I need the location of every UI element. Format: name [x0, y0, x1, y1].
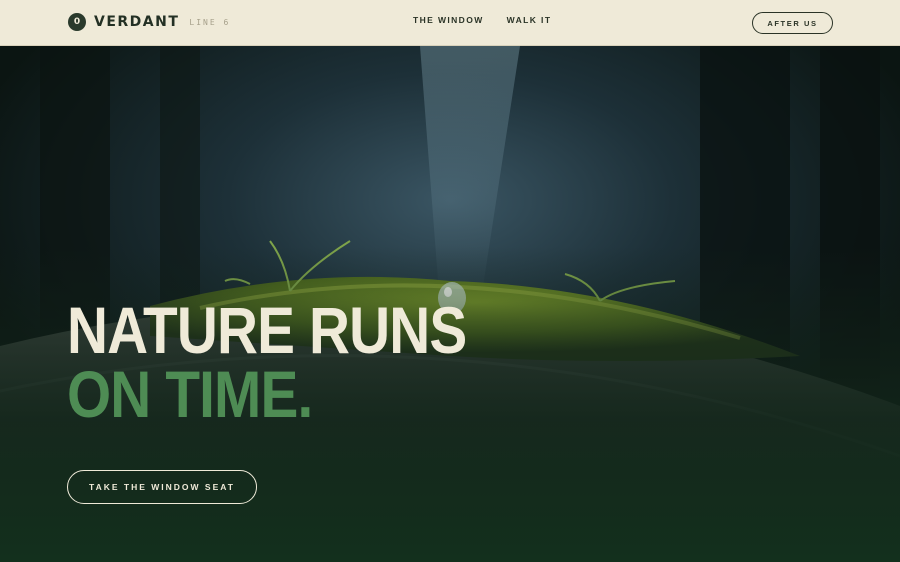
nav-link-the-window[interactable]: THE WINDOW [413, 15, 484, 25]
brand-logo-icon: 0 [68, 13, 86, 31]
brand-name: VERDANT [94, 14, 180, 30]
headline-line-2: ON TIME. [67, 357, 313, 431]
after-us-button[interactable]: AFTER US [752, 12, 833, 34]
headline-line-1: NATURE RUNS [67, 293, 467, 367]
nav-link-walk-it[interactable]: WALK IT [507, 15, 552, 25]
nav-links: THE WINDOW WALK IT [413, 15, 551, 25]
hero: NATURE RUNS ON TIME. TAKE THE WINDOW SEA… [0, 46, 900, 562]
brand[interactable]: 0 VERDANT LINE 6 [68, 13, 230, 31]
top-navigation: 0 VERDANT LINE 6 THE WINDOW WALK IT AFTE… [0, 0, 900, 46]
hero-headline: NATURE RUNS ON TIME. [67, 293, 531, 431]
brand-subtitle: LINE 6 [189, 17, 231, 27]
take-window-seat-button[interactable]: TAKE THE WINDOW SEAT [67, 470, 257, 504]
logo-letter: 0 [73, 17, 81, 27]
